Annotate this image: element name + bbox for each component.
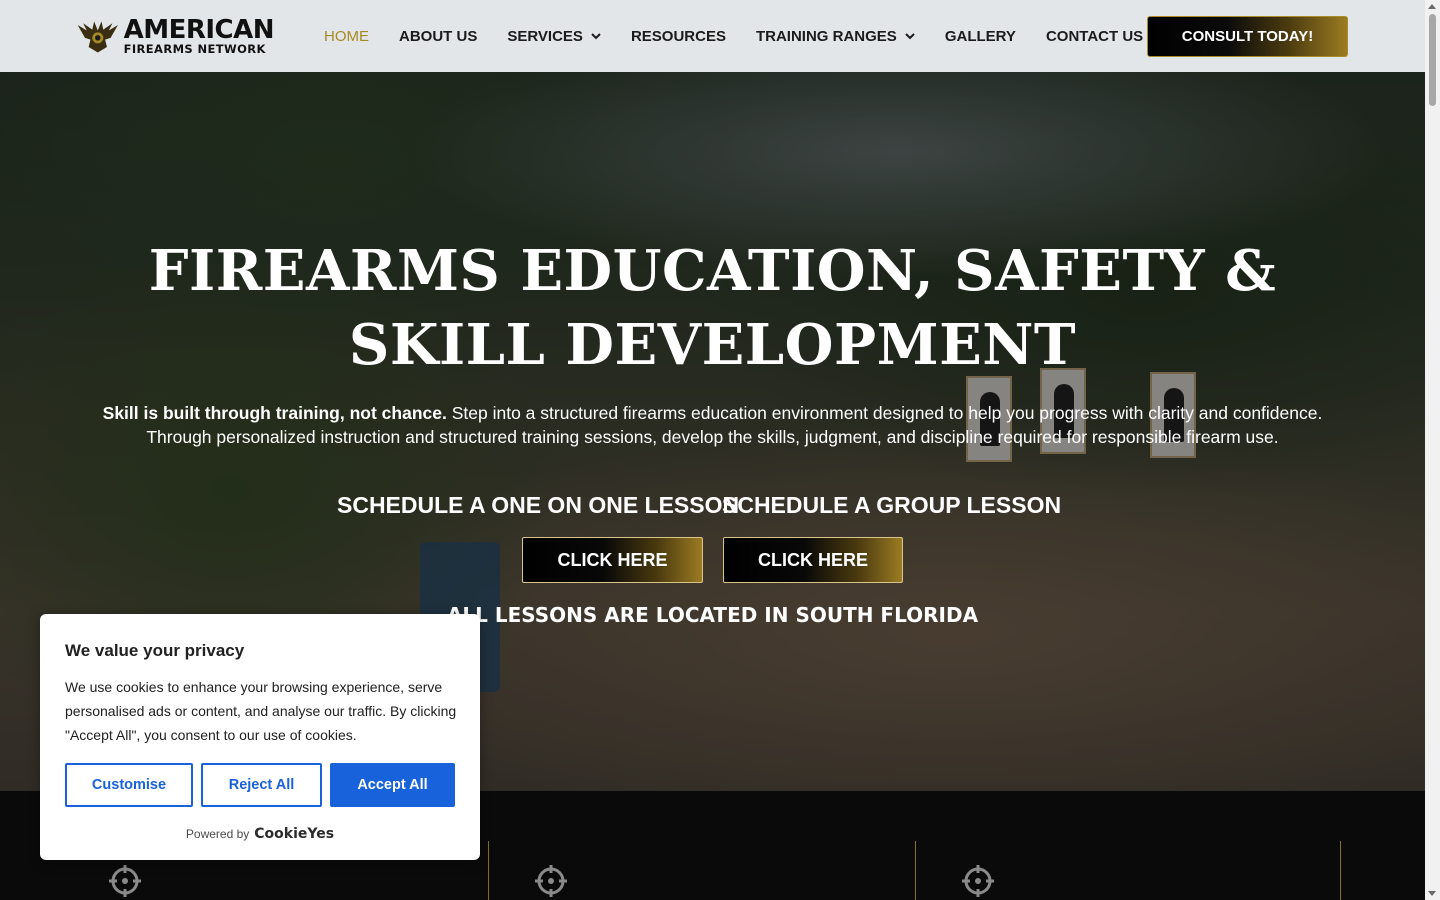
cookie-title: We value your privacy — [65, 641, 245, 660]
powered-by: Powered by CookieYes — [40, 826, 480, 842]
nav-item-label: SERVICES — [507, 27, 583, 45]
chevron-down-icon — [905, 32, 915, 40]
group-lesson-label: SCHEDULE A GROUP LESSON — [722, 492, 1062, 518]
cookieyes-logo[interactable]: CookieYes — [254, 826, 334, 842]
group-click-button[interactable]: CLICK HERE — [723, 537, 903, 583]
customise-button[interactable]: Customise — [65, 763, 193, 807]
column-divider — [915, 841, 916, 900]
page-scrollbar[interactable] — [1425, 0, 1440, 900]
hero-title: FIREARMS EDUCATION, SAFETY & SKILL DEVEL… — [0, 234, 1425, 382]
column-divider — [488, 841, 489, 900]
nav-item-label: CONTACT US — [1045, 27, 1144, 45]
one-on-one-click-button[interactable]: CLICK HERE — [522, 537, 703, 583]
nav-item-services[interactable]: SERVICES — [507, 28, 601, 45]
chevron-down-icon — [591, 32, 601, 40]
hero-desc-text: Through personalized instruction and str… — [146, 427, 1279, 447]
logo-secondary-text: FIREARMS NETWORK — [123, 41, 266, 56]
scrollbar-thumb[interactable] — [1429, 14, 1436, 106]
one-on-one-lesson-label: SCHEDULE A ONE ON ONE LESSON — [337, 492, 740, 518]
nav-item-label: TRAINING RANGES — [755, 27, 897, 45]
cookie-description: We use cookies to enhance your browsing … — [65, 679, 457, 743]
hero-description: Skill is built through training, not cha… — [60, 401, 1365, 449]
scroll-up-arrow-icon[interactable] — [1428, 4, 1436, 9]
logo-primary-text: AMERICAN — [123, 14, 275, 45]
crosshair-icon — [109, 865, 141, 897]
main-nav: HOME ABOUT US SERVICES RESOURCES TRAININ… — [324, 0, 1173, 72]
nav-item-home[interactable]: HOME — [324, 28, 369, 45]
eagle-logo-icon — [77, 21, 118, 53]
crosshair-icon — [962, 865, 994, 897]
nav-item-label: RESOURCES — [630, 27, 726, 45]
scroll-down-arrow-icon[interactable] — [1428, 891, 1436, 896]
nav-item-resources[interactable]: RESOURCES — [631, 28, 726, 45]
nav-item-label: HOME — [324, 27, 369, 45]
hero-desc-bold: Skill is built through training, not cha… — [102, 403, 447, 423]
nav-item-gallery[interactable]: GALLERY — [945, 28, 1016, 45]
hero-desc-text: Step into a structured firearms educatio… — [451, 403, 1323, 423]
cookie-consent-banner: We value your privacy We use cookies to … — [40, 614, 480, 860]
nav-item-label: GALLERY — [944, 27, 1016, 45]
powered-by-label: Powered by — [185, 827, 250, 841]
nav-item-training-ranges[interactable]: TRAINING RANGES — [756, 28, 915, 45]
consult-today-button[interactable]: CONSULT TODAY! — [1147, 16, 1348, 57]
nav-item-contact-us[interactable]: CONTACT US — [1046, 28, 1143, 45]
accept-all-button[interactable]: Accept All — [330, 763, 455, 807]
column-divider — [1340, 841, 1341, 900]
nav-item-about-us[interactable]: ABOUT US — [399, 28, 477, 45]
hero-title-line: FIREARMS EDUCATION, SAFETY & — [148, 238, 1277, 304]
site-header: AMERICAN FIREARMS NETWORK HOME ABOUT US … — [0, 0, 1425, 72]
site-logo[interactable]: AMERICAN FIREARMS NETWORK — [74, 14, 275, 56]
nav-item-label: ABOUT US — [399, 27, 478, 45]
hero-title-line: SKILL DEVELOPMENT — [348, 312, 1077, 378]
crosshair-icon — [535, 865, 567, 897]
reject-all-button[interactable]: Reject All — [201, 763, 322, 807]
